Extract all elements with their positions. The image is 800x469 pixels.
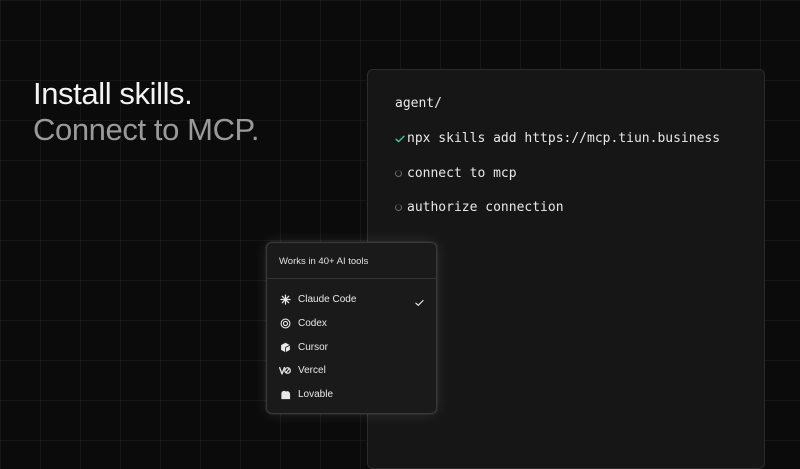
tool-label: Claude Code	[298, 293, 357, 305]
pending-spinner-icon	[395, 170, 402, 177]
terminal-step-text: npx skills add https://mcp.tiun.business	[407, 131, 721, 146]
cursor-icon	[279, 341, 291, 353]
claude-icon	[279, 293, 291, 305]
tool-label: Cursor	[298, 341, 329, 353]
selected-check-icon	[415, 294, 424, 312]
terminal-step-text: authorize connection	[407, 200, 564, 215]
tool-item-claude-code[interactable]: Claude Code	[279, 293, 356, 305]
divider	[267, 278, 436, 279]
terminal-step-install: npx skills add https://mcp.tiun.business	[395, 131, 720, 146]
tool-label: Codex	[298, 317, 327, 329]
check-icon	[395, 135, 407, 143]
codex-icon	[279, 317, 291, 329]
tool-label: Vercel	[298, 364, 326, 376]
terminal-step-text: connect to mcp	[407, 166, 517, 181]
popover-header: Works in 40+ AI tools	[279, 256, 369, 267]
terminal-prompt: agent/	[395, 96, 442, 111]
vercel-icon	[279, 364, 291, 376]
headline-title: Install skills.	[33, 76, 193, 111]
ai-tools-popover: Works in 40+ AI tools Claude Code Codex …	[266, 242, 437, 414]
tool-label: Lovable	[298, 388, 334, 400]
headline-subtitle: Connect to MCP.	[33, 112, 260, 147]
tool-item-lovable[interactable]: Lovable	[279, 388, 333, 400]
lovable-icon	[279, 388, 291, 400]
tool-item-codex[interactable]: Codex	[279, 317, 327, 329]
headline: Install skills. Connect to MCP.	[33, 76, 259, 148]
terminal-step-authorize: authorize connection	[395, 200, 564, 215]
pending-spinner-icon	[395, 204, 402, 211]
tool-item-vercel[interactable]: Vercel	[279, 364, 326, 376]
tool-item-cursor[interactable]: Cursor	[279, 341, 328, 353]
terminal-step-connect: connect to mcp	[395, 166, 517, 181]
